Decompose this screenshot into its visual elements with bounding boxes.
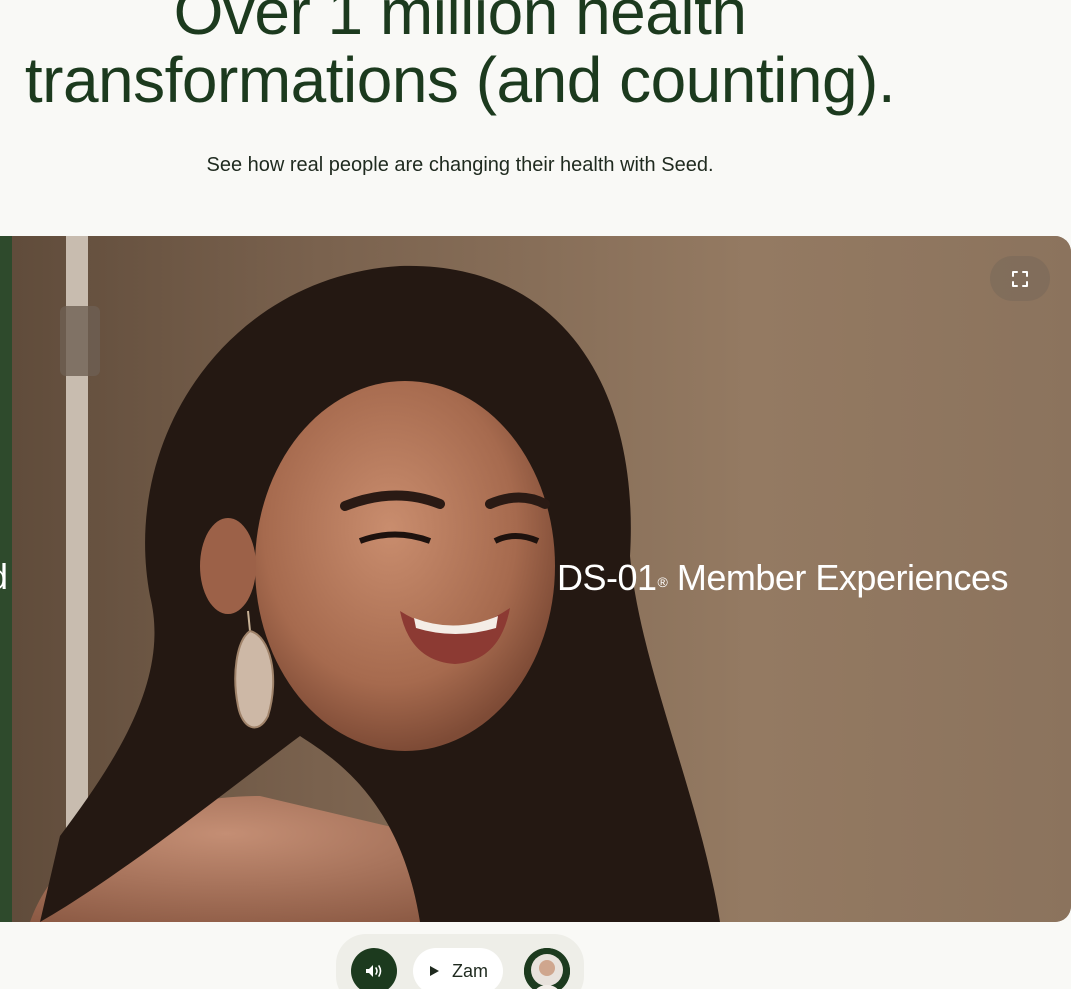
play-icon	[430, 966, 439, 976]
next-video-label: Zam	[452, 960, 488, 981]
headline-line-2: transformations (and counting).	[24, 44, 896, 116]
page-headline: Over 1 million health transformations (a…	[0, 0, 920, 114]
caption-title: Member Experiences	[667, 557, 1009, 598]
page-subheading: See how real people are changing their h…	[206, 154, 714, 176]
mute-toggle-button[interactable]	[351, 948, 397, 989]
member-avatar[interactable]	[524, 948, 570, 989]
fullscreen-icon	[1012, 270, 1028, 287]
volume-icon	[366, 965, 382, 977]
caption-product: DS-01	[557, 557, 657, 598]
video-caption: DS-01® Member Experiences	[557, 556, 1009, 600]
video-edge-text: d	[0, 556, 8, 598]
headline-line-1: Over 1 million health	[173, 0, 747, 48]
play-next-video-button[interactable]: Zam	[413, 948, 503, 989]
avatar-image	[524, 948, 570, 989]
caption-registered-mark: ®	[657, 574, 668, 590]
fullscreen-button[interactable]	[990, 256, 1050, 301]
